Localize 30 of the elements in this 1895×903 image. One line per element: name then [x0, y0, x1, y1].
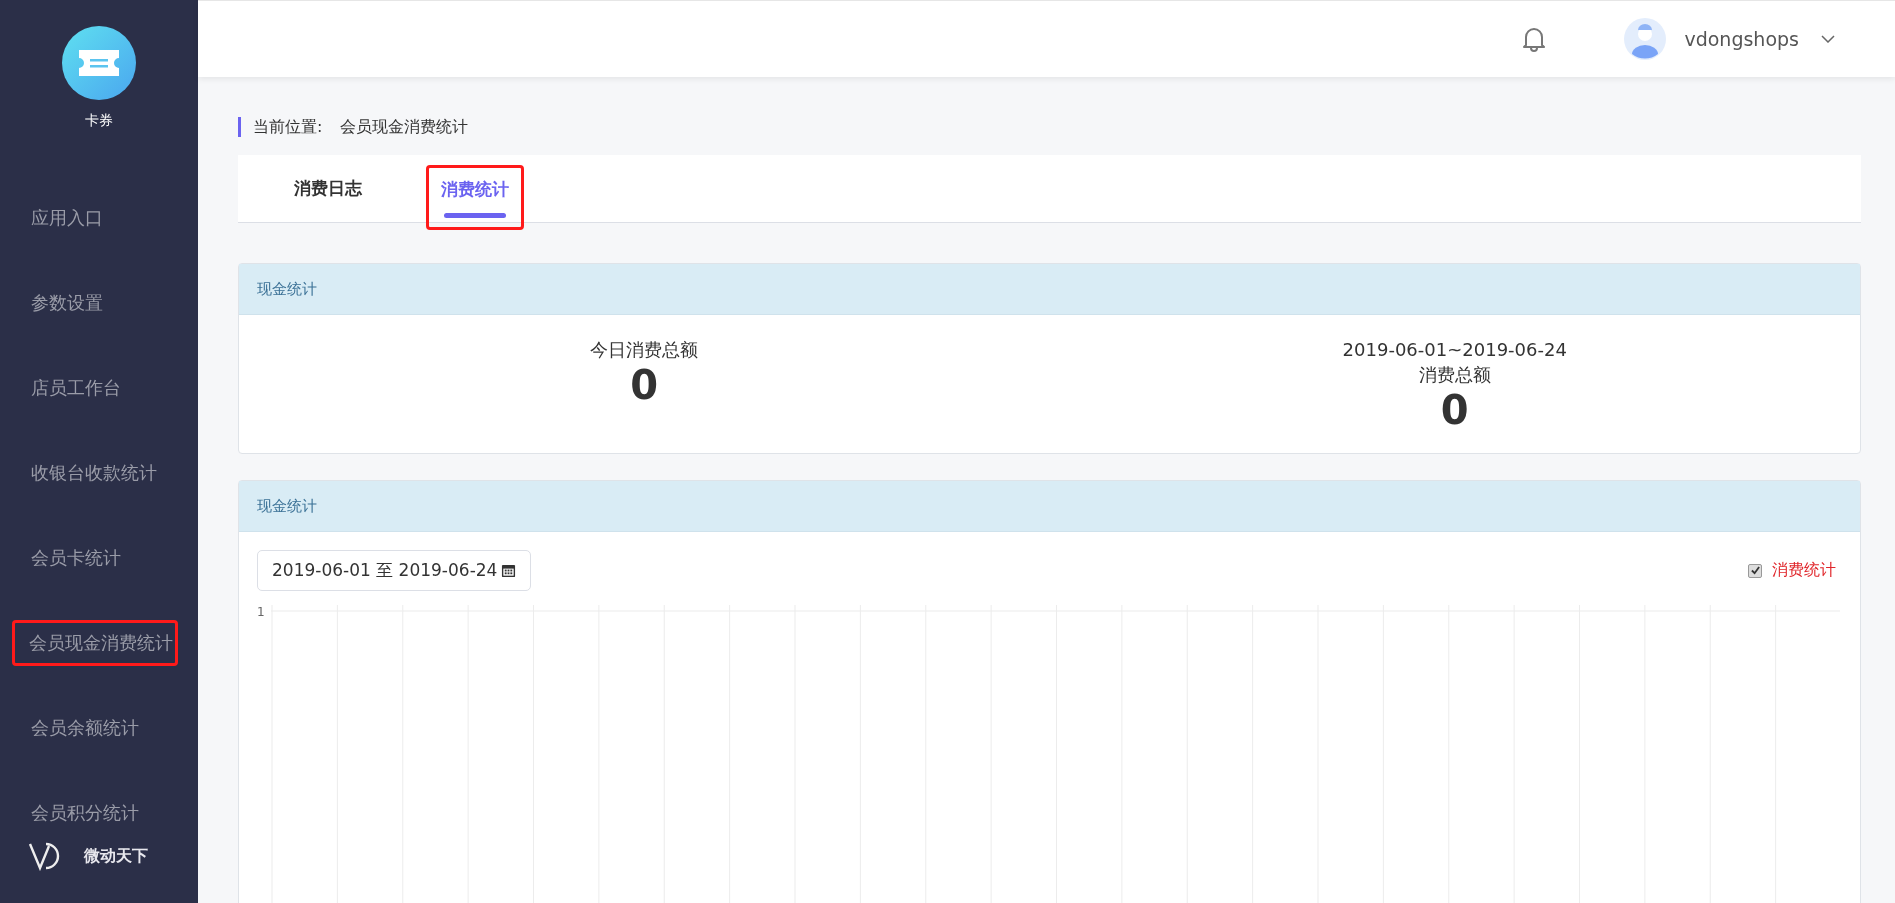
- sidebar-item[interactable]: 会员现金消费统计: [12, 619, 178, 666]
- y-axis-tick: 1: [257, 605, 266, 621]
- tab[interactable]: 消费日志: [282, 155, 374, 222]
- tab[interactable]: 消费统计: [426, 165, 524, 230]
- breadcrumb-label: 当前位置:: [253, 116, 323, 138]
- calendar-icon: [501, 563, 517, 578]
- stat-value: 0: [630, 362, 659, 408]
- card-title: 现金统计: [239, 481, 1860, 532]
- app-label: 卡券: [85, 112, 113, 130]
- sidebar-item[interactable]: 会员卡统计: [31, 545, 121, 570]
- legend-label[interactable]: 消费统计: [1772, 560, 1836, 581]
- username[interactable]: vdongshops: [1684, 28, 1799, 50]
- bell-icon[interactable]: [1522, 26, 1547, 52]
- sidebar-item[interactable]: 应用入口: [31, 205, 103, 230]
- sidebar-item[interactable]: 收银台收款统计: [31, 460, 157, 485]
- card-title: 现金统计: [239, 264, 1860, 315]
- chevron-down-icon[interactable]: [1821, 35, 1835, 43]
- sidebar-item[interactable]: 会员余额统计: [31, 715, 139, 740]
- stat-caption: 消费总额: [1418, 363, 1491, 387]
- sidebar-item[interactable]: 会员积分统计: [31, 800, 139, 825]
- brand-name: 微动天下: [84, 845, 148, 867]
- stat-value: 0: [1440, 387, 1469, 433]
- date-range-text: 2019-06-01~2019-06-24: [1342, 338, 1567, 362]
- sidebar-item[interactable]: 参数设置: [31, 290, 103, 315]
- ticket-icon[interactable]: [62, 26, 136, 100]
- breadcrumb-current: 会员现金消费统计: [340, 116, 469, 138]
- sidebar-item[interactable]: 店员工作台: [31, 375, 121, 400]
- stat-caption: 今日消费总额: [590, 338, 699, 362]
- date-range-picker[interactable]: 2019-06-01 至 2019-06-24: [257, 550, 532, 591]
- legend-checkbox[interactable]: [1748, 563, 1762, 578]
